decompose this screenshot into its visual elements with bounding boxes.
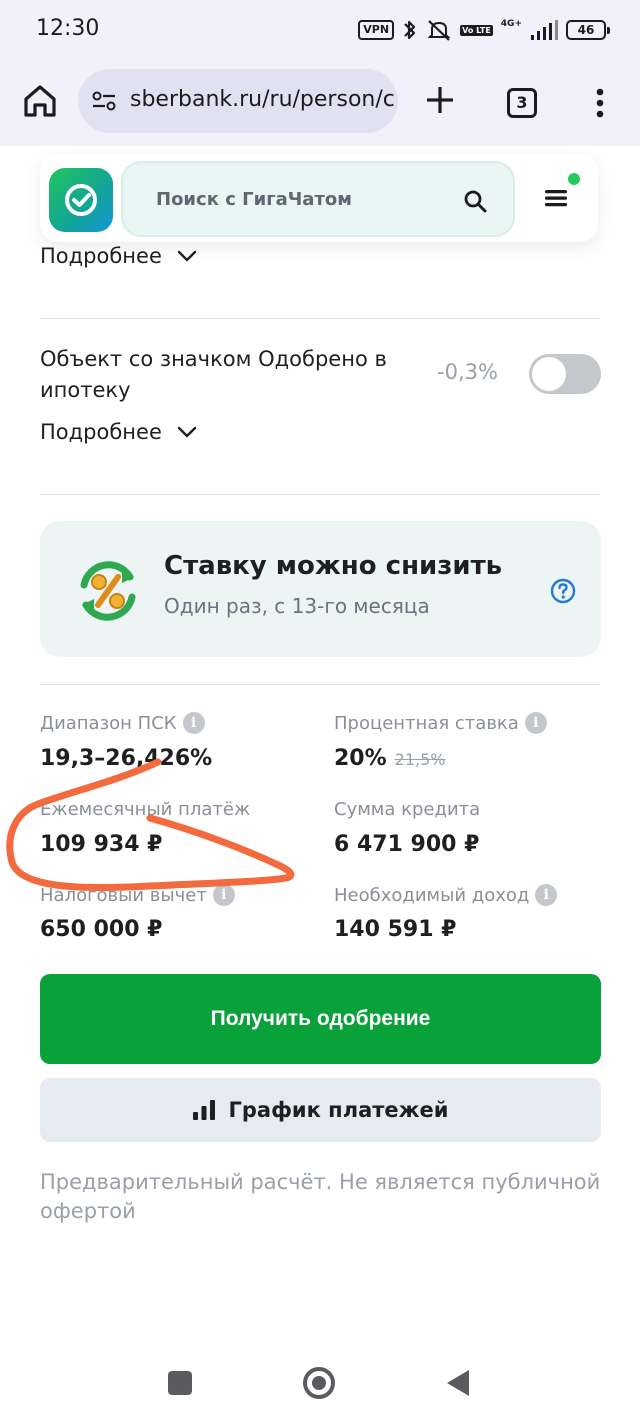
info-icon[interactable]: i: [212, 884, 235, 906]
psk-label-text: Диапазон ПСК: [40, 712, 177, 734]
promo-title: Ставку можно снизить: [164, 551, 503, 581]
divider: [40, 318, 600, 319]
home-icon[interactable]: [20, 80, 60, 120]
rate-current: 20%: [334, 746, 387, 771]
tax-value: 650 000 ₽: [40, 917, 163, 942]
bluetooth-icon: [404, 20, 416, 40]
rate-reduction-card[interactable]: Ставку можно снизить Один раз, с 13-го м…: [40, 521, 601, 657]
sber-logo[interactable]: [49, 168, 113, 232]
status-icons: VPN Vo LTE 4G+ 46: [358, 17, 610, 43]
notification-dot: [568, 173, 580, 185]
income-label-text: Необходимый доход: [334, 884, 530, 906]
loan-value: 6 471 900 ₽: [334, 832, 480, 857]
income-label: Необходимый доход i: [334, 884, 558, 906]
network-type: 4G+: [500, 19, 522, 29]
browser-toolbar: sberbank.ru/ru/person/c 3: [0, 60, 640, 146]
rate-value: 20% 21,5%: [334, 746, 446, 771]
tab-switcher-button[interactable]: 3: [507, 88, 537, 118]
system-nav-bar: [0, 1340, 640, 1423]
home-button[interactable]: [303, 1367, 335, 1399]
psk-value: 19,3–26,426%: [40, 746, 213, 771]
payment-label: Ежемесячный платёж: [40, 799, 250, 820]
more-details-label: Подробнее: [40, 420, 162, 444]
status-time: 12:30: [36, 16, 100, 41]
hamburger-menu-icon[interactable]: [544, 188, 568, 208]
payment-schedule-button[interactable]: График платежей: [40, 1078, 601, 1142]
signal-icon: [531, 20, 558, 40]
search-placeholder: Поиск с ГигаЧатом: [156, 189, 352, 210]
info-icon[interactable]: i: [535, 884, 558, 906]
loan-label: Сумма кредита: [334, 799, 480, 820]
disclaimer-text: Предварительный расчёт. Не является публ…: [40, 1170, 601, 1223]
tax-label-text: Налоговый вычет: [40, 884, 207, 906]
mute-bell-icon: [427, 20, 451, 41]
option-discount: -0,3%: [437, 360, 498, 384]
divider: [40, 494, 600, 495]
site-header: Поиск с ГигаЧатом: [40, 154, 598, 242]
psk-label: Диапазон ПСК i: [40, 712, 205, 734]
get-approval-button[interactable]: Получить одобрение: [40, 974, 601, 1064]
payment-label-text: Ежемесячный платёж: [40, 799, 251, 820]
volte-icon: Vo LTE: [460, 24, 493, 36]
divider: [40, 684, 600, 685]
gigachat-search-input[interactable]: Поиск с ГигаЧатом: [121, 161, 515, 237]
address-bar[interactable]: sberbank.ru/ru/person/c: [78, 69, 398, 133]
info-icon[interactable]: i: [524, 712, 547, 734]
loan-label-text: Сумма кредита: [334, 799, 481, 820]
payment-schedule-label: График платежей: [228, 1098, 449, 1122]
recents-button[interactable]: [168, 1371, 192, 1395]
income-value: 140 591 ₽: [334, 917, 457, 942]
payment-value: 109 934 ₽: [40, 832, 163, 857]
status-bar: 12:30 VPN Vo LTE 4G+ 46: [0, 0, 640, 60]
new-tab-icon[interactable]: [422, 82, 458, 118]
option-toggle[interactable]: [529, 354, 601, 394]
chevron-down-icon: [177, 426, 197, 438]
option-title: Объект со значком Одобрено в ипотеку: [40, 347, 387, 402]
back-button[interactable]: [447, 1370, 469, 1396]
search-icon[interactable]: [463, 189, 487, 213]
battery-icon: 46: [566, 20, 610, 40]
tax-label: Налоговый вычет i: [40, 884, 235, 906]
url-text: sberbank.ru/ru/person/c: [130, 87, 395, 112]
sber-check-icon: [65, 184, 97, 216]
help-icon[interactable]: [550, 578, 576, 604]
chevron-down-icon: [177, 250, 197, 262]
bar-chart-icon: [193, 1100, 216, 1120]
percent-refresh-icon: [80, 561, 136, 621]
more-details-link[interactable]: Подробнее: [40, 244, 198, 268]
rate-old: 21,5%: [394, 750, 446, 769]
vpn-icon: VPN: [358, 20, 395, 40]
rate-label: Процентная ставка i: [334, 712, 547, 734]
toggle-knob: [532, 357, 566, 391]
more-details-label: Подробнее: [40, 244, 162, 268]
promo-subtitle: Один раз, с 13-го месяца: [164, 594, 430, 618]
info-icon[interactable]: i: [182, 712, 205, 734]
site-settings-icon[interactable]: [91, 89, 117, 113]
rate-label-text: Процентная ставка: [334, 712, 519, 734]
more-menu-icon[interactable]: [590, 86, 610, 120]
more-details-link[interactable]: Подробнее: [40, 420, 198, 444]
